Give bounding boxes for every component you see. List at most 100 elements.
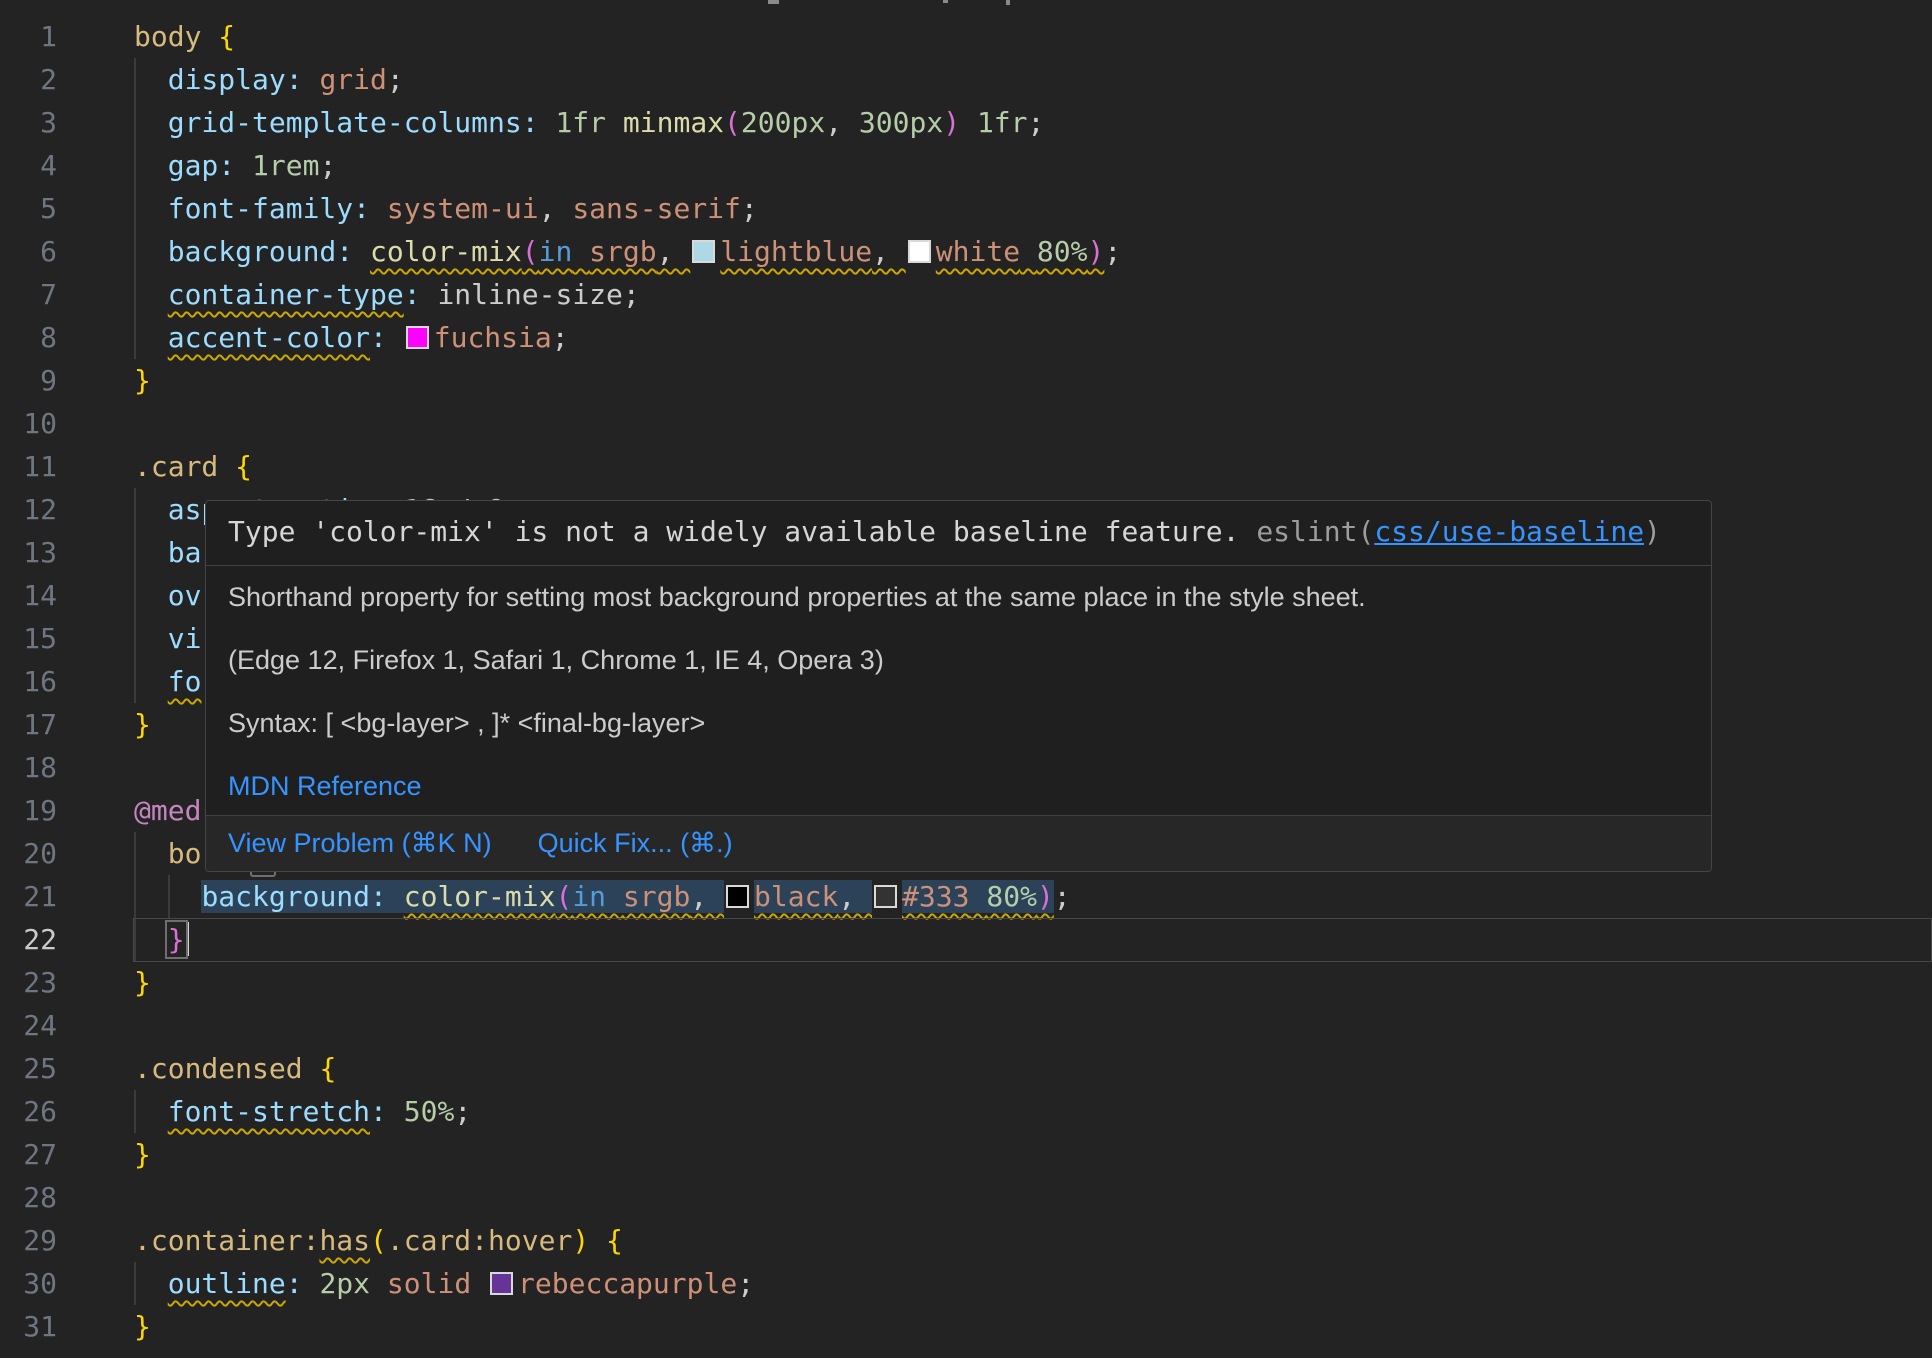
token: ; — [741, 192, 758, 225]
color-swatch[interactable] — [692, 240, 715, 263]
token — [960, 106, 977, 139]
line-content: } — [134, 961, 151, 1004]
token: , — [825, 106, 859, 139]
token: grid — [319, 63, 386, 96]
token: { — [319, 1052, 336, 1085]
code-line[interactable]: accent-color: fuchsia; — [0, 316, 1932, 359]
token: bo — [168, 837, 202, 870]
token: black — [754, 880, 838, 913]
token: fuchsia — [434, 321, 552, 354]
token: 50% — [404, 1095, 455, 1128]
token — [303, 1052, 320, 1085]
code-line[interactable]: container-type: inline-size; — [0, 273, 1932, 316]
mdn-reference-link[interactable]: MDN Reference — [228, 771, 422, 801]
token: { — [235, 450, 252, 483]
indent-guide — [134, 875, 136, 918]
token — [421, 278, 438, 311]
indent-guide — [134, 617, 136, 660]
code-line[interactable]: body { — [0, 15, 1932, 58]
code-line[interactable]: } — [0, 961, 1932, 1004]
code-line[interactable] — [0, 1176, 1932, 1219]
token: : — [286, 1267, 303, 1300]
token — [134, 923, 168, 956]
token: ; — [387, 63, 404, 96]
code-line[interactable]: background: color-mix(in srgb, lightblue… — [0, 230, 1932, 273]
color-swatch[interactable] — [490, 1272, 513, 1295]
color-swatch[interactable] — [726, 885, 749, 908]
color-swatch[interactable] — [908, 240, 931, 263]
token — [134, 235, 168, 268]
token: system-ui — [387, 192, 539, 225]
indent-guide — [134, 488, 136, 531]
line-content: ov — [134, 574, 201, 617]
token: ( — [724, 106, 741, 139]
token: { — [218, 20, 235, 53]
line-content: } — [134, 918, 189, 961]
token — [134, 493, 168, 526]
indent-guide — [134, 918, 136, 961]
code-line[interactable]: .card { — [0, 445, 1932, 488]
diagnostic-source-close: ) — [1644, 515, 1661, 548]
token — [134, 278, 168, 311]
indent-guide — [134, 1262, 136, 1305]
token: body — [134, 20, 201, 53]
token: } — [134, 966, 151, 999]
token: solid — [387, 1267, 471, 1300]
quick-fix-action[interactable]: Quick Fix... (⌘.) — [538, 828, 733, 859]
token: .card — [134, 450, 218, 483]
token: #333 — [902, 880, 969, 913]
color-swatch[interactable] — [874, 885, 897, 908]
token: rebeccapurple — [518, 1267, 737, 1300]
code-line[interactable]: .condensed { — [0, 1047, 1932, 1090]
indent-guide — [134, 316, 136, 359]
token — [134, 149, 168, 182]
token: ; — [1104, 235, 1121, 268]
token: 300px — [859, 106, 943, 139]
token: in — [539, 235, 573, 268]
token — [387, 321, 404, 354]
code-line[interactable]: } — [0, 359, 1932, 402]
line-content: fo — [134, 660, 201, 703]
code-line[interactable]: background: color-mix(in srgb, black, #3… — [0, 875, 1932, 918]
code-line[interactable]: outline: 2px solid rebeccapurple; — [0, 1262, 1932, 1305]
color-swatch[interactable] — [406, 326, 429, 349]
line-content: gap: 1rem; — [134, 144, 336, 187]
indent-guide — [134, 660, 136, 703]
eslint-rule-link[interactable]: css/use-baseline — [1374, 515, 1644, 548]
code-line[interactable] — [0, 1004, 1932, 1047]
token — [134, 1095, 168, 1128]
token: , — [872, 235, 906, 268]
token: fo — [168, 665, 202, 698]
token: 200px — [741, 106, 825, 139]
line-content: } — [134, 703, 151, 746]
token — [539, 106, 556, 139]
text-cursor — [186, 922, 189, 956]
code-line[interactable]: grid-template-columns: 1fr minmax(200px,… — [0, 101, 1932, 144]
token: , — [539, 192, 573, 225]
indent-guide — [134, 230, 136, 273]
token: : — [370, 321, 387, 354]
token: gap: — [168, 149, 235, 182]
token — [606, 880, 623, 913]
token: container-type — [168, 278, 404, 311]
code-line[interactable]: display: grid; — [0, 58, 1932, 101]
token — [134, 665, 168, 698]
token: ( — [522, 235, 539, 268]
indent-guide — [134, 144, 136, 187]
code-line[interactable]: font-stretch: 50%; — [0, 1090, 1932, 1133]
code-line[interactable]: } — [0, 918, 1932, 961]
code-line[interactable]: .container:has(.card:hover) { — [0, 1219, 1932, 1262]
code-line[interactable]: gap: 1rem; — [0, 144, 1932, 187]
code-line[interactable]: font-family: system-ui, sans-serif; — [0, 187, 1932, 230]
code-line[interactable] — [0, 402, 1932, 445]
token: ; — [1028, 106, 1045, 139]
clipped-text-fragment — [943, 0, 948, 3]
code-line[interactable]: } — [0, 1305, 1932, 1348]
code-line[interactable]: } — [0, 1133, 1932, 1176]
token — [134, 579, 168, 612]
token: , — [838, 880, 872, 913]
hover-status-bar: View Problem (⌘K N) Quick Fix... (⌘.) — [206, 815, 1711, 871]
view-problem-action[interactable]: View Problem (⌘K N) — [228, 828, 492, 859]
token: ; — [454, 1095, 471, 1128]
token — [134, 321, 168, 354]
